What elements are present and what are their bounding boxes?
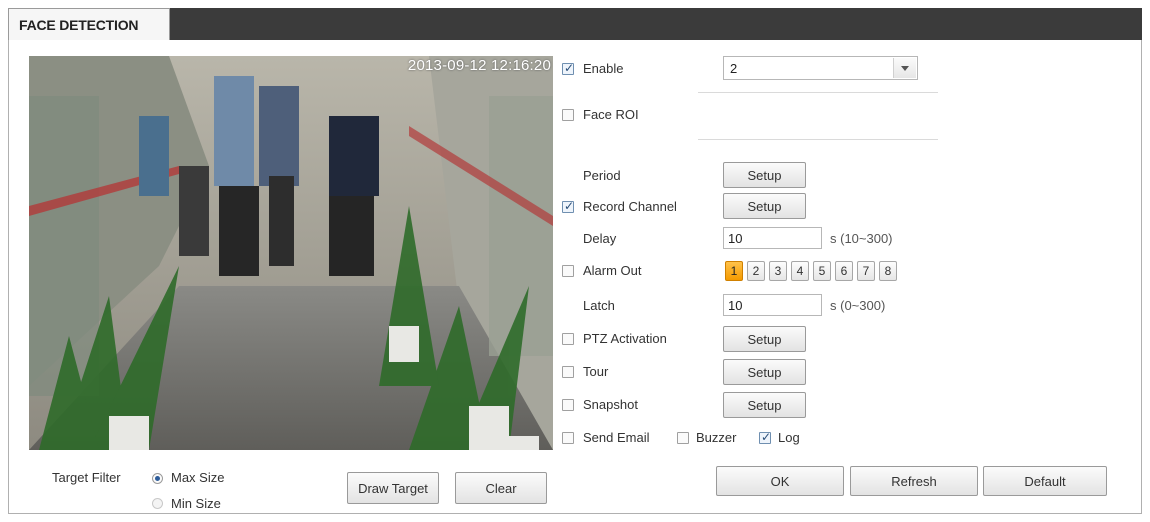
delay-input[interactable] [723, 227, 822, 249]
chevron-down-icon[interactable] [893, 58, 916, 78]
alarm-out-label: Alarm Out [583, 263, 642, 278]
tab-label: FACE DETECTION [19, 17, 139, 33]
send-email-label: Send Email [583, 430, 650, 445]
alarm-out-channel-7[interactable]: 7 [857, 261, 875, 281]
send-email-checkbox[interactable] [562, 432, 574, 444]
header-bar [8, 8, 1142, 40]
camera-preview[interactable]: 2013-09-12 12:16:20 [29, 56, 553, 450]
refresh-button[interactable]: Refresh [850, 466, 978, 496]
record-channel-label: Record Channel [583, 199, 677, 214]
face-roi-label: Face ROI [583, 107, 639, 122]
alarm-out-channel-4[interactable]: 4 [791, 261, 809, 281]
period-setup-button[interactable]: Setup [723, 162, 806, 188]
ptz-activation-setup-button[interactable]: Setup [723, 326, 806, 352]
snapshot-setup-button[interactable]: Setup [723, 392, 806, 418]
enable-checkbox[interactable] [562, 61, 574, 75]
separator [698, 92, 938, 93]
draw-target-button[interactable]: Draw Target [347, 472, 439, 504]
period-label: Period [583, 168, 621, 183]
tour-setup-button[interactable]: Setup [723, 359, 806, 385]
record-channel-checkbox[interactable] [562, 199, 574, 213]
enable-label: Enable [583, 61, 624, 76]
tour-label: Tour [583, 364, 609, 379]
alarm-out-channel-1[interactable]: 1 [725, 261, 743, 281]
camera-scene [29, 56, 553, 450]
alarm-out-channel-6[interactable]: 6 [835, 261, 853, 281]
tab-face-detection[interactable]: FACE DETECTION [8, 8, 170, 40]
buzzer-label: Buzzer [696, 430, 737, 445]
default-button[interactable]: Default [983, 466, 1107, 496]
alarm-out-channel-2[interactable]: 2 [747, 261, 765, 281]
latch-unit: s (0~300) [830, 298, 886, 313]
tour-checkbox[interactable] [562, 366, 574, 378]
delay-unit: s (10~300) [830, 231, 893, 246]
buzzer-checkbox[interactable] [677, 432, 689, 444]
log-label: Log [778, 430, 800, 445]
alarm-out-channel-5[interactable]: 5 [813, 261, 831, 281]
alarm-out-checkbox[interactable] [562, 265, 574, 277]
min-size-radio[interactable] [152, 498, 163, 509]
snapshot-checkbox[interactable] [562, 399, 574, 411]
clear-button[interactable]: Clear [455, 472, 547, 504]
record-channel-setup-button[interactable]: Setup [723, 193, 806, 219]
min-size-label: Min Size [171, 496, 221, 511]
ok-button[interactable]: OK [716, 466, 844, 496]
face-roi-checkbox[interactable] [562, 109, 574, 121]
alarm-out-channel-8[interactable]: 8 [879, 261, 897, 281]
latch-label: Latch [583, 298, 615, 313]
separator [698, 139, 938, 140]
log-checkbox[interactable] [759, 430, 771, 444]
max-size-label: Max Size [171, 470, 225, 485]
alarm-out-channel-3[interactable]: 3 [769, 261, 787, 281]
snapshot-label: Snapshot [583, 397, 638, 412]
latch-input[interactable] [723, 294, 822, 316]
video-timestamp: 2013-09-12 12:16:20 [407, 57, 551, 74]
delay-label: Delay [583, 231, 617, 246]
channel-select[interactable]: 2 [723, 56, 918, 80]
channel-select-value: 2 [730, 61, 738, 76]
ptz-activation-label: PTZ Activation [583, 331, 667, 346]
ptz-activation-checkbox[interactable] [562, 333, 574, 345]
target-filter-label: Target Filter [52, 470, 121, 485]
max-size-radio[interactable] [152, 473, 163, 484]
